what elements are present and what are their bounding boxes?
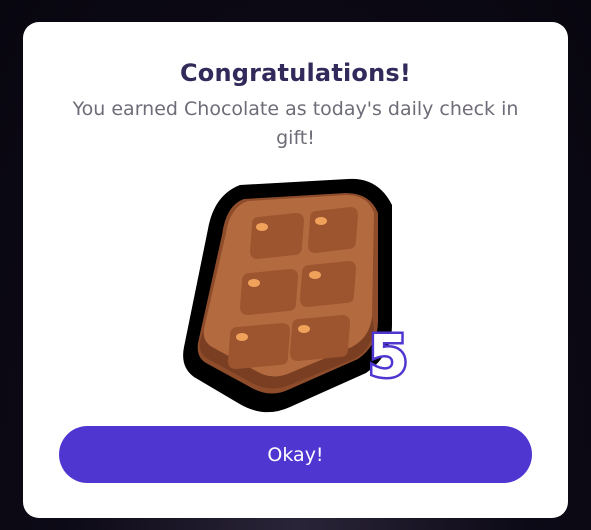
reward-item: 5 (178, 177, 418, 417)
okay-button[interactable]: Okay! (59, 426, 532, 483)
dialog-title: Congratulations! (179, 59, 412, 87)
dialog-message: You earned Chocolate as today's daily ch… (72, 98, 519, 149)
daily-checkin-dialog: Congratulations! You earned Chocolate as… (23, 22, 568, 518)
reward-count: 5 (365, 322, 410, 390)
